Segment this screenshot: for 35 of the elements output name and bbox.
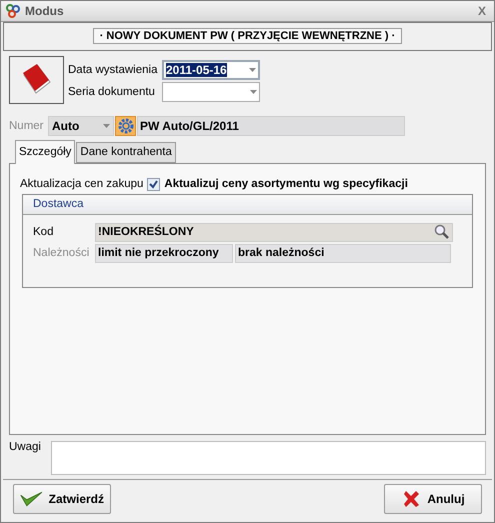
dues-field: brak należności bbox=[235, 244, 451, 263]
field-label: Należności bbox=[33, 247, 90, 260]
window-title: Modus bbox=[25, 4, 65, 18]
dropdown-field[interactable] bbox=[162, 82, 260, 102]
field-label: Seria dokumentu bbox=[68, 86, 156, 98]
document-button[interactable] bbox=[9, 56, 64, 104]
field-label: Data wystawienia bbox=[68, 64, 158, 76]
field-label: Uwagi bbox=[9, 440, 41, 455]
dues-field: limit nie przekroczony bbox=[95, 244, 233, 263]
document-title: · NOWY DOKUMENT PW ( PRZYJĘCIE WEWNĘTRZNE ) · bbox=[92, 28, 402, 44]
settings-button[interactable] bbox=[115, 116, 136, 136]
dropdown-field[interactable]: 2011-05-16 bbox=[162, 60, 260, 80]
checkbox[interactable] bbox=[147, 178, 160, 191]
logo-icon bbox=[5, 3, 21, 20]
tab[interactable]: Szczegóły bbox=[15, 140, 76, 164]
tab[interactable]: Dane kontrahenta bbox=[76, 142, 176, 163]
dropdown-field[interactable]: Auto bbox=[48, 116, 114, 136]
checkmark-icon bbox=[20, 489, 43, 510]
field-label: Aktualizacja cen zakupu bbox=[20, 178, 144, 190]
caret-icon bbox=[249, 68, 256, 72]
cross-icon bbox=[401, 489, 422, 510]
caret-icon bbox=[250, 90, 257, 94]
cancel-button[interactable]: Anuluj bbox=[384, 484, 482, 514]
search-icon bbox=[434, 224, 450, 240]
close-button[interactable]: X bbox=[474, 4, 490, 18]
checkbox-label: Aktualizuj ceny asortymentu wg specyfikacji bbox=[164, 178, 408, 190]
field-label: Numer bbox=[9, 120, 45, 132]
confirm-button[interactable]: Zatwierdź bbox=[13, 484, 111, 514]
caret-icon bbox=[103, 124, 110, 128]
group-title: Dostawca bbox=[23, 194, 472, 215]
gear-icon bbox=[118, 118, 134, 134]
field-label: Kod bbox=[33, 226, 54, 238]
code-field[interactable]: !NIEOKREŚLONY bbox=[95, 222, 453, 242]
number-field: PW Auto/GL/2011 bbox=[137, 116, 405, 136]
notes-field[interactable] bbox=[50, 440, 486, 475]
